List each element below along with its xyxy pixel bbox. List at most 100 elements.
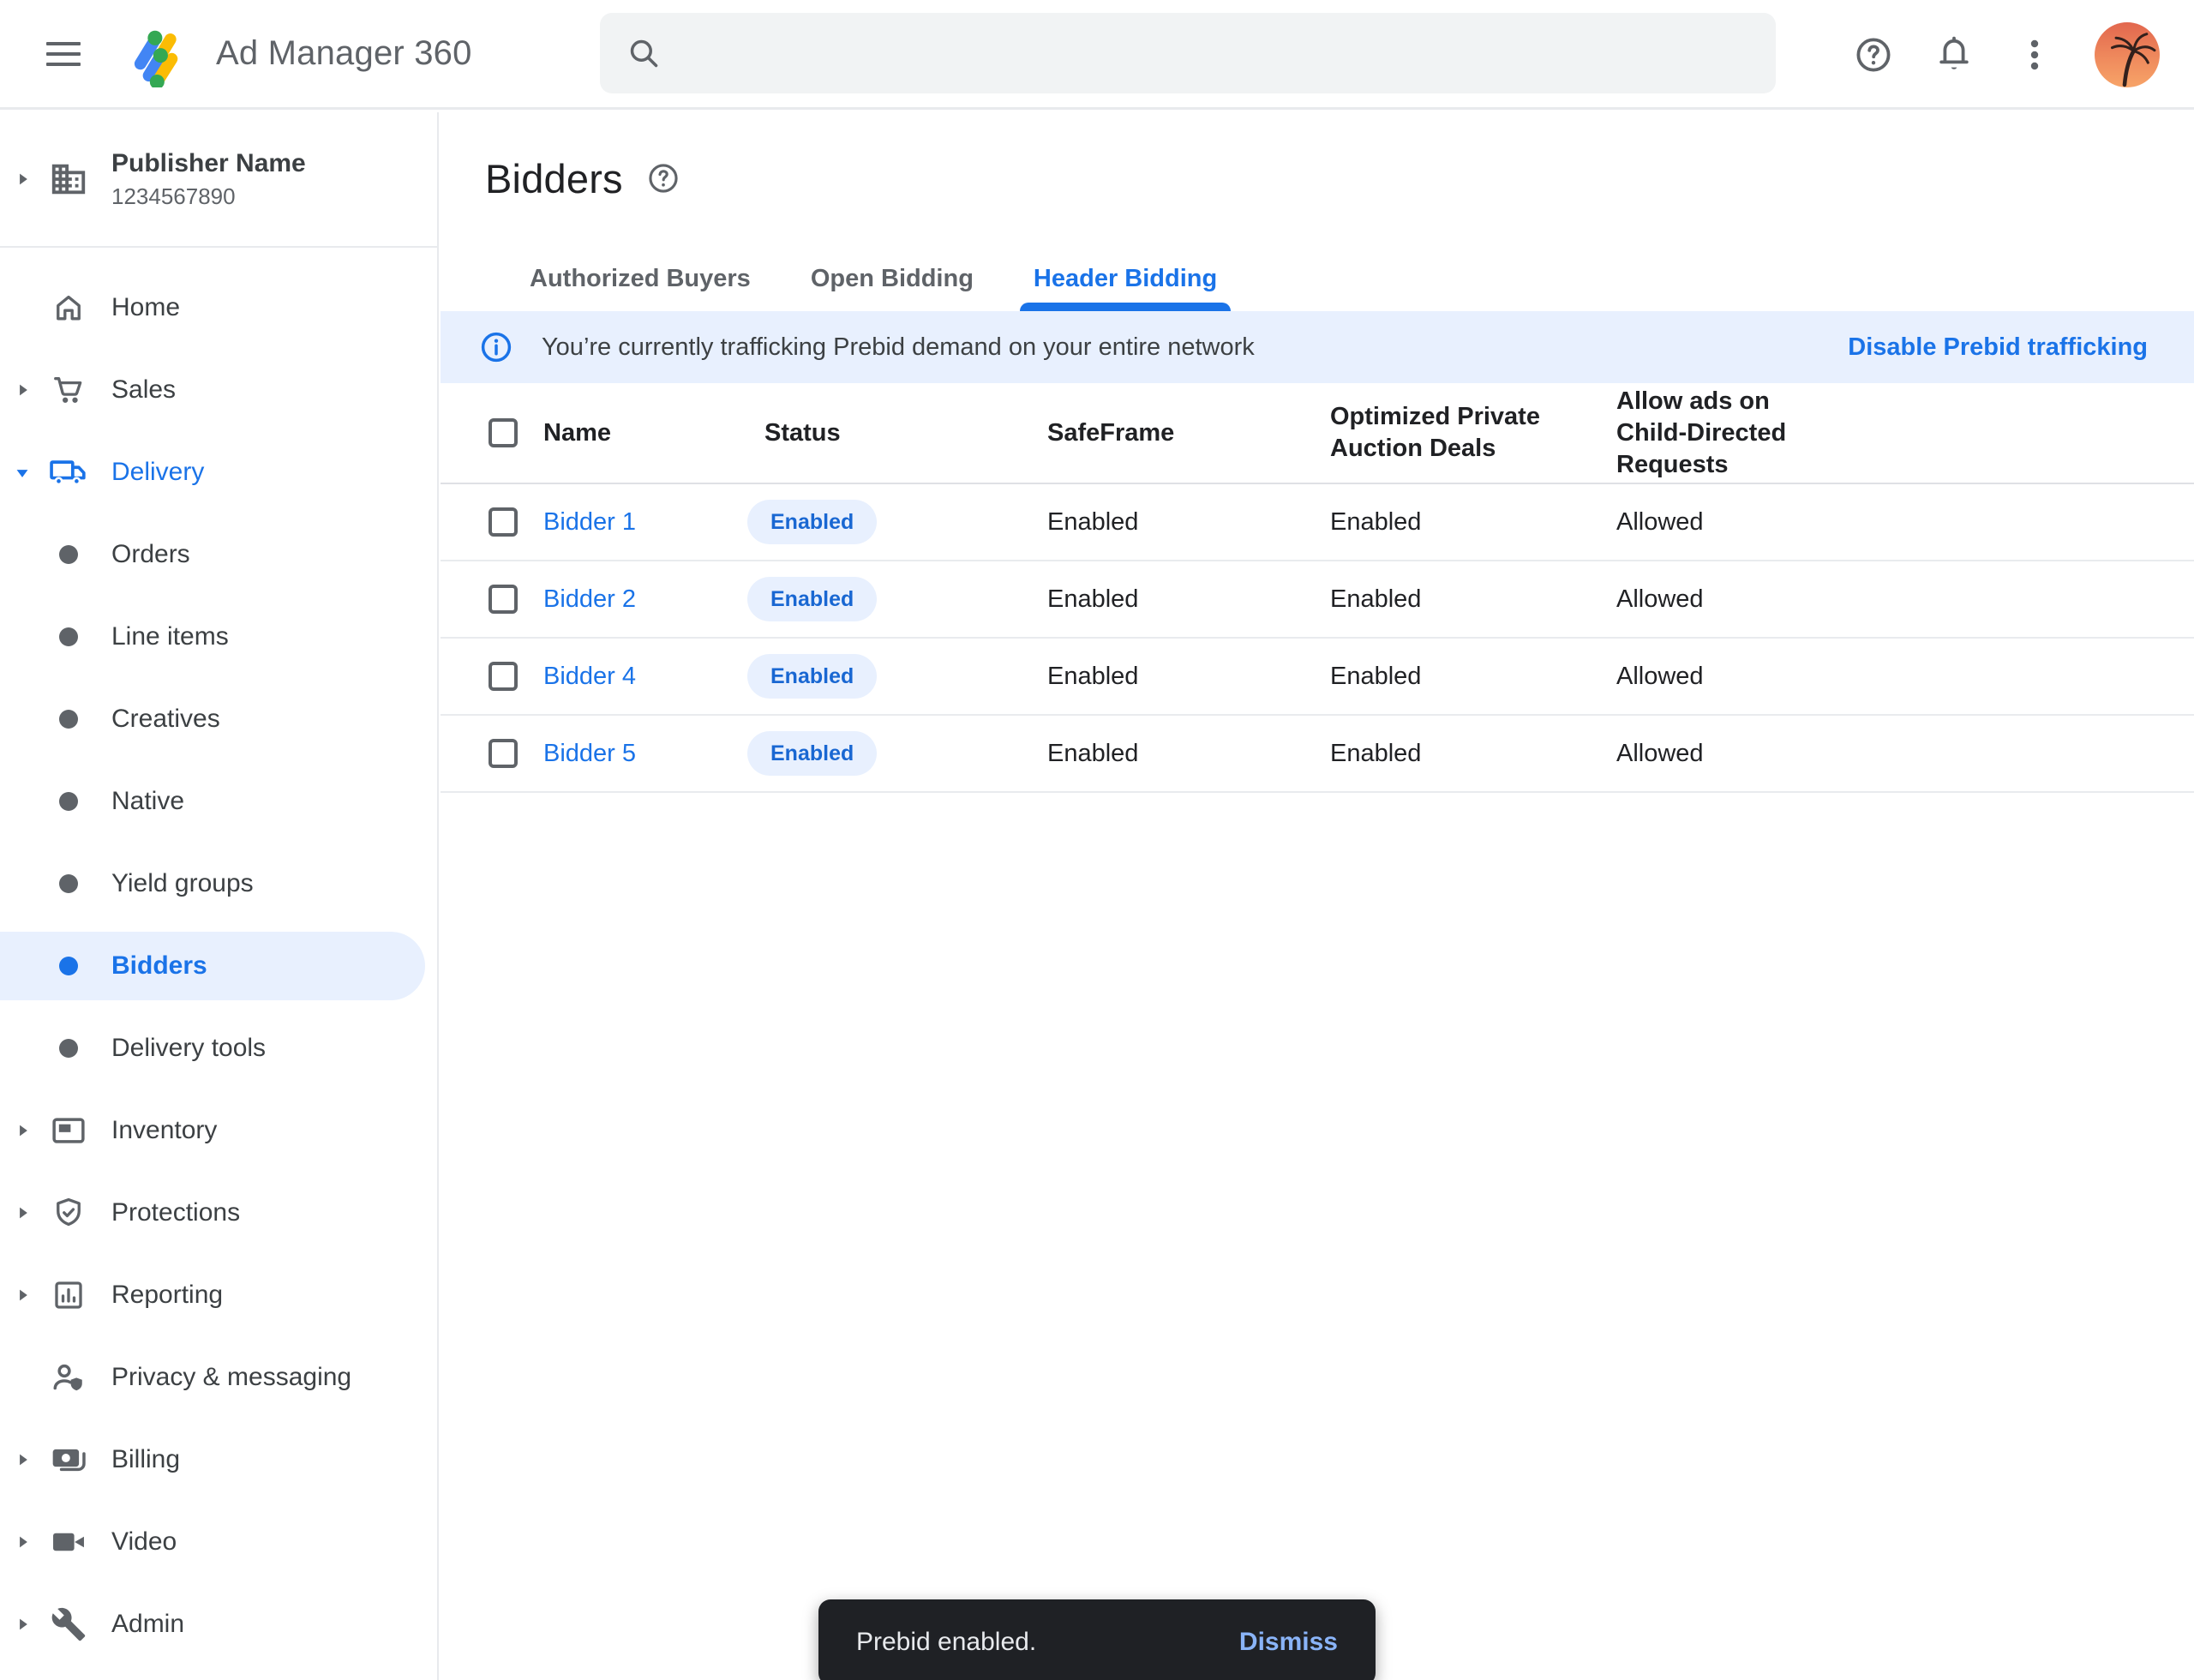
sidebar-item-video[interactable]: Video bbox=[0, 1501, 437, 1583]
tab-authorized-buyers[interactable]: Authorized Buyers bbox=[516, 246, 764, 311]
toast-dismiss-button[interactable]: Dismiss bbox=[1239, 1628, 1338, 1657]
safeframe-value: Enabled bbox=[1047, 585, 1330, 614]
row-checkbox[interactable] bbox=[489, 662, 518, 691]
bidder-link[interactable]: Bidder 2 bbox=[543, 585, 636, 613]
palm-tree-avatar-image bbox=[2095, 22, 2160, 87]
child-directed-value: Allowed bbox=[1616, 663, 2194, 691]
search-icon bbox=[626, 35, 662, 71]
help-icon[interactable] bbox=[1853, 34, 1894, 75]
disable-prebid-trafficking-link[interactable]: Disable Prebid trafficking bbox=[1848, 333, 2148, 362]
opad-value: Enabled bbox=[1330, 740, 1616, 768]
bar-chart-icon bbox=[45, 1277, 93, 1313]
caret-right-icon bbox=[0, 1283, 45, 1307]
main-content: Bidders Authorized Buyers Open Bidding H… bbox=[441, 112, 2194, 1680]
global-search[interactable] bbox=[600, 13, 1776, 93]
caret-down-icon bbox=[0, 460, 45, 484]
info-icon bbox=[478, 329, 514, 365]
bidders-table: Name Status SafeFrame Optimized Private … bbox=[441, 383, 2194, 793]
bullet-dot-icon bbox=[45, 874, 93, 893]
publisher-account-switcher[interactable]: Publisher Name 1234567890 bbox=[0, 112, 437, 248]
sidebar-item-reporting[interactable]: Reporting bbox=[0, 1254, 437, 1336]
table-row-bidder-4: Bidder 4 Enabled Enabled Enabled Allowed bbox=[441, 639, 2194, 716]
sidebar-item-protections[interactable]: Protections bbox=[0, 1172, 437, 1254]
child-directed-value: Allowed bbox=[1616, 740, 2194, 768]
notifications-bell-icon[interactable] bbox=[1933, 34, 1975, 75]
opad-value: Enabled bbox=[1330, 663, 1616, 691]
sidebar-item-bidders[interactable]: Bidders bbox=[0, 925, 437, 1007]
tab-open-bidding[interactable]: Open Bidding bbox=[797, 246, 987, 311]
account-avatar[interactable] bbox=[2095, 22, 2160, 87]
table-row-bidder-2: Bidder 2 Enabled Enabled Enabled Allowed bbox=[441, 561, 2194, 639]
billing-money-icon bbox=[45, 1441, 93, 1479]
search-input[interactable] bbox=[684, 39, 1750, 68]
sidebar-item-delivery[interactable]: Delivery bbox=[0, 431, 437, 513]
safeframe-value: Enabled bbox=[1047, 508, 1330, 537]
child-directed-value: Allowed bbox=[1616, 585, 2194, 614]
sidebar-item-home[interactable]: Home bbox=[0, 267, 437, 349]
select-all-checkbox[interactable] bbox=[489, 418, 518, 447]
sidebar-item-line-items[interactable]: Line items bbox=[0, 596, 437, 678]
child-directed-value: Allowed bbox=[1616, 508, 2194, 537]
caret-right-icon bbox=[0, 1119, 45, 1143]
toast-message: Prebid enabled. bbox=[856, 1628, 1036, 1657]
caret-right-icon bbox=[0, 1448, 45, 1472]
safeframe-value: Enabled bbox=[1047, 740, 1330, 768]
sidebar-navigation: Publisher Name 1234567890 Home bbox=[0, 112, 439, 1680]
sidebar-item-native[interactable]: Native bbox=[0, 760, 437, 843]
column-header-status: Status bbox=[764, 417, 1047, 449]
building-icon bbox=[45, 159, 93, 199]
bidder-link[interactable]: Bidder 4 bbox=[543, 663, 636, 690]
ad-manager-logo-icon bbox=[129, 21, 195, 87]
sidebar-item-creatives[interactable]: Creatives bbox=[0, 678, 437, 760]
sidebar-item-privacy-messaging[interactable]: Privacy & messaging bbox=[0, 1336, 437, 1419]
more-vert-icon[interactable] bbox=[2014, 34, 2055, 75]
column-header-safeframe: SafeFrame bbox=[1047, 417, 1330, 449]
sidebar-item-yield-groups[interactable]: Yield groups bbox=[0, 843, 437, 925]
status-badge: Enabled bbox=[747, 577, 877, 621]
status-badge: Enabled bbox=[747, 731, 877, 776]
top-right-actions bbox=[1853, 0, 2160, 110]
column-header-optimized-private-auction-deals: Optimized Private Auction Deals bbox=[1330, 401, 1544, 465]
opad-value: Enabled bbox=[1330, 585, 1616, 614]
caret-right-icon bbox=[0, 1201, 45, 1225]
tab-header-bidding[interactable]: Header Bidding bbox=[1020, 246, 1231, 311]
row-checkbox[interactable] bbox=[489, 585, 518, 614]
sidebar-item-billing[interactable]: Billing bbox=[0, 1419, 437, 1501]
shield-check-icon bbox=[45, 1195, 93, 1231]
opad-value: Enabled bbox=[1330, 508, 1616, 537]
sidebar-item-orders[interactable]: Orders bbox=[0, 513, 437, 596]
truck-icon bbox=[45, 453, 93, 492]
row-checkbox[interactable] bbox=[489, 739, 518, 768]
bullet-dot-icon bbox=[45, 1039, 93, 1058]
hamburger-menu-icon[interactable] bbox=[46, 35, 84, 73]
bullet-dot-icon bbox=[45, 957, 93, 975]
caret-right-icon bbox=[0, 1612, 45, 1636]
publisher-name: Publisher Name bbox=[111, 149, 306, 178]
page-title: Bidders bbox=[485, 155, 623, 202]
wrench-icon bbox=[45, 1606, 93, 1642]
sidebar-item-admin[interactable]: Admin bbox=[0, 1583, 437, 1665]
column-header-name: Name bbox=[543, 417, 764, 449]
caret-right-icon bbox=[0, 378, 45, 402]
privacy-person-shield-icon bbox=[45, 1359, 93, 1396]
caret-right-icon bbox=[0, 1530, 45, 1554]
sidebar-item-delivery-tools[interactable]: Delivery tools bbox=[0, 1007, 437, 1089]
table-header-row: Name Status SafeFrame Optimized Private … bbox=[441, 383, 2194, 484]
row-checkbox[interactable] bbox=[489, 507, 518, 537]
page-help-icon[interactable] bbox=[645, 160, 681, 196]
sidebar-item-sales[interactable]: Sales bbox=[0, 349, 437, 431]
ad-manager-app: Ad Manager 360 bbox=[0, 0, 2194, 1680]
bullet-dot-icon bbox=[45, 545, 93, 564]
banner-message: You’re currently trafficking Prebid dema… bbox=[542, 333, 1255, 362]
bidder-link[interactable]: Bidder 5 bbox=[543, 740, 636, 767]
table-row-bidder-5: Bidder 5 Enabled Enabled Enabled Allowed bbox=[441, 716, 2194, 793]
video-camera-icon bbox=[45, 1523, 93, 1561]
publisher-id: 1234567890 bbox=[111, 183, 306, 210]
prebid-info-banner: You’re currently trafficking Prebid dema… bbox=[441, 311, 2194, 383]
safeframe-value: Enabled bbox=[1047, 663, 1330, 691]
sidebar-item-inventory[interactable]: Inventory bbox=[0, 1089, 437, 1172]
caret-right-icon bbox=[0, 167, 45, 191]
home-icon bbox=[45, 290, 93, 326]
bidder-link[interactable]: Bidder 1 bbox=[543, 508, 636, 536]
sidebar-nav-list: Home Sales bbox=[0, 248, 437, 1665]
